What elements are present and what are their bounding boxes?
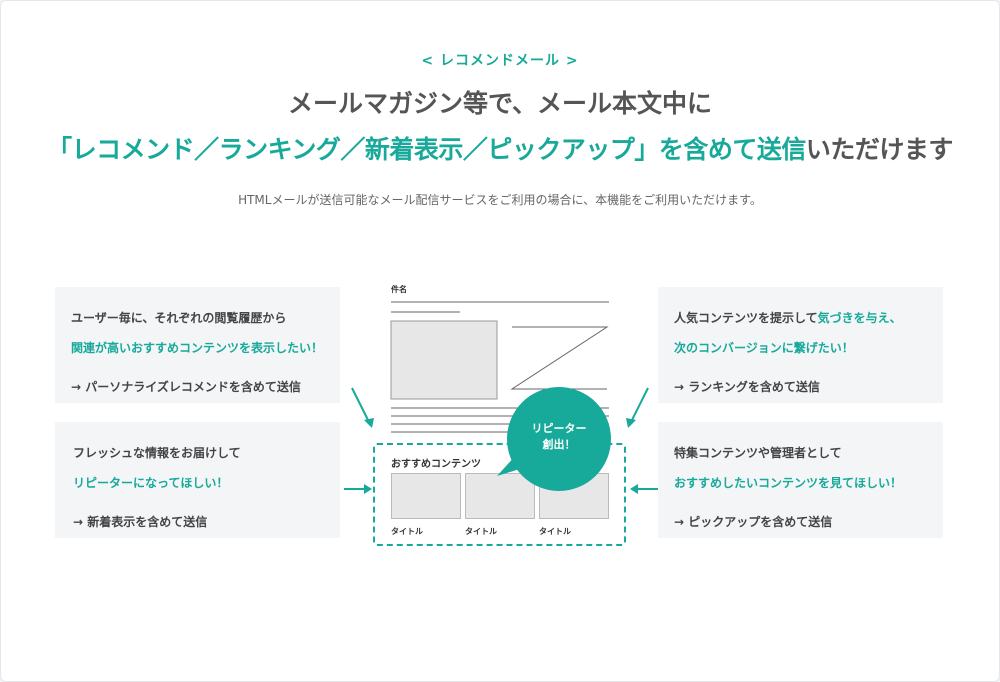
arrow-icon xyxy=(351,387,374,428)
bubble-text: 創出！ xyxy=(542,438,576,451)
page-subtitle: HTMLメールが送信可能なメール配信サービスをご利用の場合に、本機能をご利用いた… xyxy=(238,193,762,207)
card-action: → ランキングを含めて送信 xyxy=(674,380,820,394)
email-subject-label: 件名 xyxy=(391,285,407,294)
card-text: 人気コンテンツを提示して気づきを与え、 xyxy=(674,309,927,326)
use-case-card-pickup: 特集コンテンツや管理者として おすすめしたいコンテンツを見てほしい！ → ピック… xyxy=(658,422,943,538)
thumbnail-title: タイトル xyxy=(391,527,423,536)
thumbnail-image xyxy=(391,473,461,519)
card-highlight: リピーターになってほしい！ xyxy=(73,476,229,490)
card-highlight: おすすめしたいコンテンツを見てほしい！ xyxy=(674,476,903,490)
card-action: → 新着表示を含めて送信 xyxy=(73,515,208,529)
card-action: → ピックアップを含めて送信 xyxy=(674,515,833,529)
arrow-icon xyxy=(344,484,372,494)
card-text: ユーザー毎に、それぞれの閲覧履歴から xyxy=(71,311,287,325)
thumbnail-title: タイトル xyxy=(539,527,571,536)
page-title-accent: 「レコメンド／ランキング／新着表示／ピックアップ」を含めて送信 xyxy=(47,135,806,164)
recommend-title: おすすめコンテンツ xyxy=(391,459,481,470)
section-eyebrow: < レコメンドメール > xyxy=(421,53,579,69)
use-case-card-new-arrivals: フレッシュな情報をお届けして リピーターになってほしい！ → 新着表示を含めて送… xyxy=(55,422,340,538)
card-text-plain: 人気コンテンツを提示して xyxy=(674,311,818,325)
card-action: → パーソナライズレコメンドを含めて送信 xyxy=(71,380,301,394)
speech-bubble: リピーター 創出！ xyxy=(507,387,611,491)
use-case-card-personalize: ユーザー毎に、それぞれの閲覧履歴から 関連が高いおすすめコンテンツを表示したい！… xyxy=(55,287,340,403)
bubble-text: リピーター xyxy=(531,422,587,435)
page-title-plain: いただけます xyxy=(805,135,954,164)
arrow-icon xyxy=(626,387,649,428)
use-case-card-ranking: 人気コンテンツを提示して気づきを与え、 次のコンバージョンに繋げたい！ → ラン… xyxy=(658,287,943,403)
thumbnail-title: タイトル xyxy=(465,527,497,536)
card-text: 特集コンテンツや管理者として xyxy=(674,446,842,460)
card-highlight: 次のコンバージョンに繋げたい！ xyxy=(674,341,854,355)
card-text-accent: 気づきを与え、 xyxy=(817,311,902,325)
page-title-line2: 「レコメンド／ランキング／新着表示／ピックアップ」を含めて送信いただけます xyxy=(0,130,1000,166)
page-title-line1: メールマガジン等で、メール本文中に xyxy=(287,89,712,118)
arrow-icon xyxy=(630,484,658,494)
card-highlight: 関連が高いおすすめコンテンツを表示したい！ xyxy=(71,341,324,355)
card-text: フレッシュな情報をお届けして xyxy=(73,446,241,460)
